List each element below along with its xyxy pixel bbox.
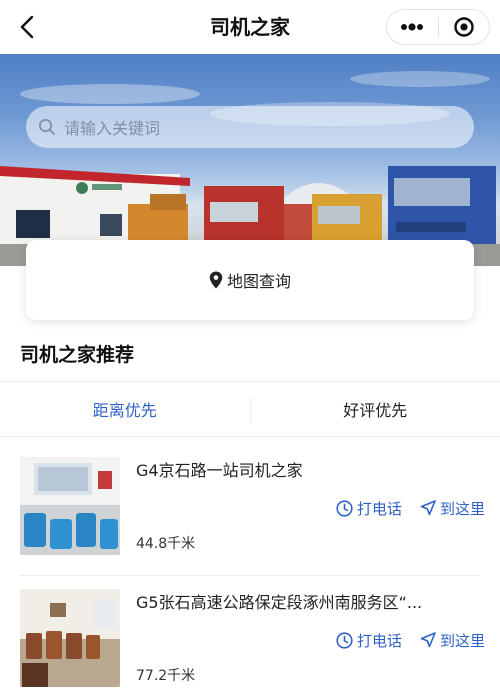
close-miniprogram-button[interactable] [438, 10, 489, 44]
search-placeholder: 请输入关键词 [64, 119, 161, 138]
navigate-label: 到这里 [439, 631, 485, 650]
call-label: 打电话 [356, 499, 402, 518]
back-button[interactable] [10, 10, 44, 44]
list-item[interactable]: G5张石高速公路保定段涿州南服务区“... 打电话 到这里 77.2千米 [0, 589, 500, 700]
navigate-button[interactable]: 到这里 [420, 498, 485, 519]
item-thumbnail [20, 457, 120, 555]
item-distance: 77.2千米 [136, 668, 196, 684]
banner: 请输入关键词 [0, 54, 500, 266]
phone-clock-icon [336, 631, 353, 649]
call-button[interactable]: 打电话 [336, 498, 402, 519]
navigation-arrow-icon [420, 500, 436, 516]
tab-rating-first[interactable]: 好评优先 [251, 382, 500, 436]
navigate-label: 到这里 [439, 499, 485, 518]
search-icon [39, 119, 55, 135]
call-button[interactable]: 打电话 [336, 630, 402, 651]
search-bar[interactable]: 请输入关键词 [26, 106, 474, 148]
item-name: G4京石路一站司机之家 [136, 461, 303, 480]
chevron-left-icon [20, 15, 34, 39]
item-name: G5张石高速公路保定段涿州南服务区“... [136, 593, 423, 612]
item-thumbnail [20, 589, 120, 687]
target-circle-icon [454, 17, 474, 37]
list-item[interactable]: G4京石路一站司机之家 打电话 到这里 44.8千米 [0, 457, 500, 587]
item-actions: 打电话 到这里 [300, 497, 485, 519]
section-title: 司机之家推荐 [20, 344, 135, 366]
more-dots-icon [401, 23, 424, 31]
banner-photo [0, 71, 500, 266]
tab-distance-first[interactable]: 距离优先 [0, 382, 250, 436]
navigate-button[interactable]: 到这里 [420, 630, 485, 651]
sort-tabs: 距离优先 好评优先 [0, 381, 500, 437]
item-actions: 打电话 到这里 [300, 629, 485, 651]
call-label: 打电话 [356, 631, 402, 650]
more-button[interactable] [387, 10, 438, 44]
phone-clock-icon [336, 499, 353, 517]
item-distance: 44.8千米 [136, 536, 196, 552]
navigation-bar: 司机之家 [0, 0, 500, 54]
map-query-button[interactable]: 地图查询 [26, 240, 474, 320]
map-query-label: 地图查询 [226, 272, 291, 291]
list-divider [20, 575, 480, 576]
navigation-arrow-icon [420, 632, 436, 648]
mini-program-capsule [386, 9, 490, 45]
location-pin-icon [209, 271, 223, 289]
